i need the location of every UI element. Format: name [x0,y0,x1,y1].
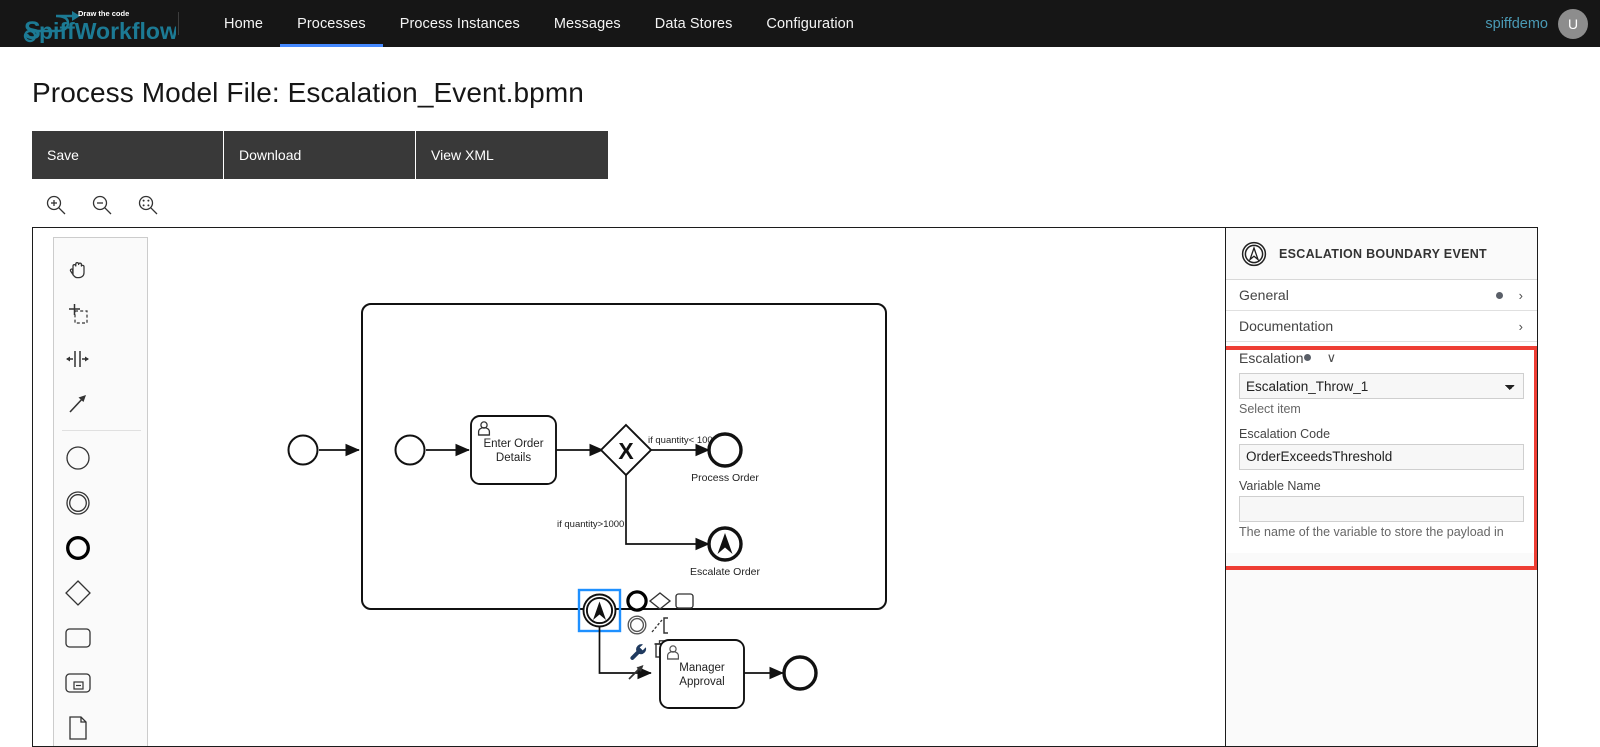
properties-panel-header: ESCALATION BOUNDARY EVENT [1226,228,1537,280]
variable-name-label: Variable Name [1239,478,1321,493]
escalation-event-icon [1241,241,1267,266]
manager-approval-task[interactable]: Manager Approval [659,639,745,709]
logo-tagline: Draw the code [78,9,129,18]
outer-start-event[interactable] [287,434,319,466]
connect-arrow-icon [628,665,644,680]
svg-text:piffWorkflow: piffWorkflow [39,18,176,43]
properties-group-documentation[interactable]: Documentation › [1226,311,1537,342]
zoom-controls [44,193,1600,217]
end-event-label: Process Order [691,472,759,484]
sequence-flow-high[interactable] [625,475,710,551]
zoom-out-icon[interactable] [90,193,114,217]
bpmn-diagram[interactable]: Enter Order Details X if quantity< 1000 … [33,228,1225,747]
exclusive-gateway[interactable]: X [599,423,653,477]
bpmn-editor: Enter Order Details X if quantity< 1000 … [32,227,1538,747]
zoom-fit-icon[interactable] [136,193,160,217]
chevron-right-icon: › [1518,318,1523,334]
zoom-in-icon[interactable] [44,193,68,217]
group-label: Documentation [1239,318,1334,334]
properties-panel: ESCALATION BOUNDARY EVENT General › Docu… [1225,227,1538,747]
append-intermediate-event-icon [627,615,647,635]
save-button[interactable]: Save [32,131,224,179]
avatar-initial: U [1567,15,1579,32]
task-label-line2: Approval [679,676,724,688]
append-end-event-icon [626,590,648,612]
download-button[interactable]: Download [224,131,416,179]
task-label-line1: Enter Order [483,438,543,450]
nav-label: Data Stores [654,15,733,32]
enter-order-details-task[interactable]: Enter Order Details [470,415,557,485]
nav-label: Home [224,15,264,32]
nav-item-home[interactable]: Home [207,0,280,47]
escalate-order-end-event[interactable]: Escalate Order [690,526,761,578]
properties-group-general[interactable]: General › [1226,280,1537,311]
end-event-label: Escalate Order [690,566,761,578]
nav-item-processes[interactable]: Processes [280,0,383,47]
escalation-select-hint: Select item [1239,402,1301,416]
nav-item-messages[interactable]: Messages [537,0,638,47]
nav-label: Process Instances [399,15,520,32]
spiffworkflow-logo-icon: S piffWorkflow Draw the code [23,9,176,43]
current-user-label[interactable]: spiffdemo [1485,16,1548,32]
page-title: Process Model File: Escalation_Event.bpm… [32,77,584,108]
nav-right-section: spiffdemo U [1485,0,1600,47]
nav-items: Home Processes Process Instances Message… [207,0,871,47]
task-label-line2: Details [496,452,531,464]
append-text-annotation-icon [651,617,668,634]
properties-group-escalation: Escalation ∨ Escalation_Throw_1 Select i… [1226,342,1537,554]
variable-name-hint: The name of the variable to store the pa… [1239,524,1504,539]
append-task-icon [675,593,694,609]
escalation-code-input[interactable] [1239,443,1524,470]
flow-label-high-quantity: if quantity>1000 [557,519,624,530]
nav-label: Messages [553,15,621,32]
nav-item-data-stores[interactable]: Data Stores [638,0,750,47]
bpmn-canvas[interactable]: Enter Order Details X if quantity< 1000 … [32,227,1225,747]
append-gateway-icon [648,592,672,610]
task-label-line1: Manager [679,662,725,674]
escalation-select[interactable]: Escalation_Throw_1 [1239,373,1524,399]
top-navigation-bar: S piffWorkflow Draw the code Home Proces… [0,0,1600,47]
nav-item-configuration[interactable]: Configuration [749,0,871,47]
escalation-code-label: Escalation Code [1239,426,1331,441]
flow-label-low-quantity: if quantity< 1000 [648,435,718,446]
properties-panel-title: ESCALATION BOUNDARY EVENT [1279,246,1487,261]
change-element-wrench-icon [630,644,647,660]
chevron-down-icon: ∨ [1326,350,1337,365]
file-action-buttons: Save Download View XML [32,131,1600,179]
variable-name-input[interactable] [1239,495,1524,522]
group-label: Escalation [1239,349,1304,366]
escalation-group-toggle[interactable]: Escalation ∨ [1226,342,1537,373]
group-modified-dot [1495,291,1503,299]
app-logo[interactable]: S piffWorkflow Draw the code [0,0,178,47]
final-end-event[interactable] [782,655,818,691]
nav-label: Configuration [766,15,854,32]
nav-label: Processes [297,15,366,32]
nav-item-process-instances[interactable]: Process Instances [383,0,537,47]
nav-divider [178,12,179,35]
avatar[interactable]: U [1558,8,1588,39]
escalation-boundary-event[interactable] [582,593,617,628]
group-label: General [1239,287,1289,303]
view-xml-button[interactable]: View XML [416,131,608,179]
gateway-symbol: X [618,438,634,464]
inner-start-event[interactable] [394,434,426,466]
chevron-right-icon: › [1518,287,1523,303]
group-modified-dot [1303,354,1311,361]
